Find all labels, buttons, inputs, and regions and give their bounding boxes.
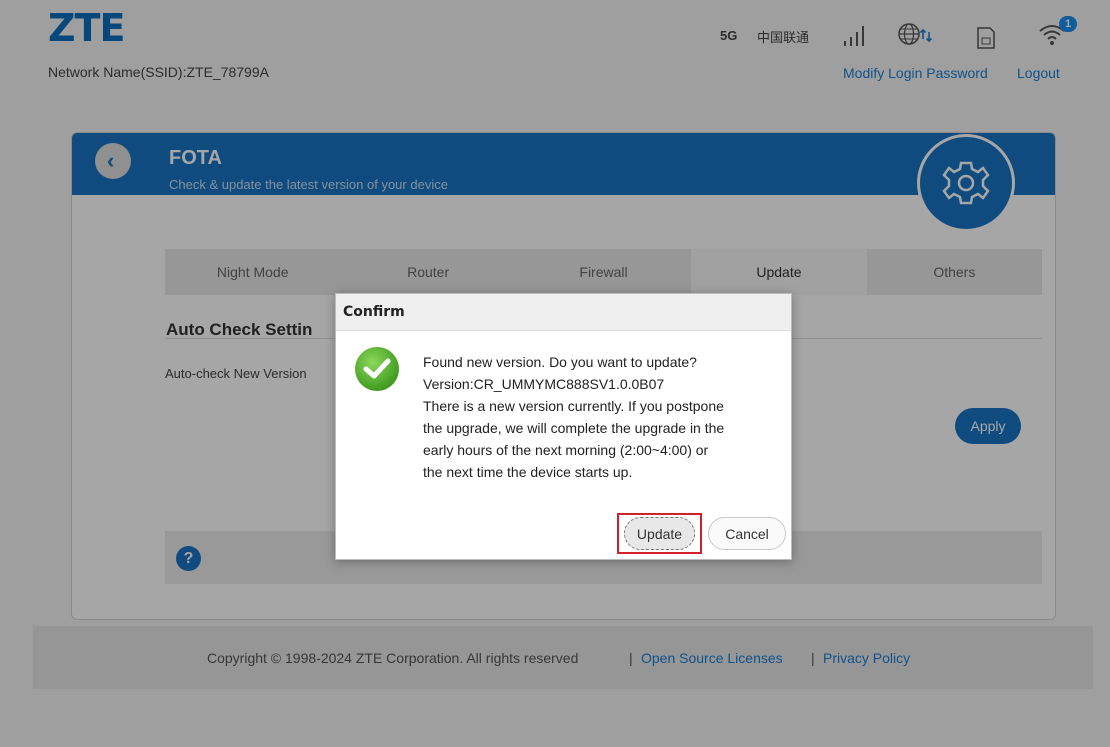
update-button[interactable]: Update xyxy=(624,517,695,550)
dialog-message-line: the upgrade, we will complete the upgrad… xyxy=(423,420,725,436)
dialog-message: Found new version. Do you want to update… xyxy=(423,351,773,483)
dialog-message-line: Found new version. Do you want to update… xyxy=(423,354,697,370)
confirm-dialog: Confirm Found new version. Do you want t… xyxy=(335,293,792,560)
dialog-header: Confirm xyxy=(336,294,791,331)
dialog-message-line: There is a new version currently. If you… xyxy=(423,398,724,414)
dialog-message-line: early hours of the next morning (2:00~4:… xyxy=(423,442,709,458)
dialog-title: Confirm xyxy=(343,304,405,320)
cancel-button[interactable]: Cancel xyxy=(708,517,786,550)
dialog-version-line: Version:CR_UMMYMC888SV1.0.0B07 xyxy=(423,376,665,392)
dialog-message-line: the next time the device starts up. xyxy=(423,464,633,480)
check-icon xyxy=(355,347,399,391)
